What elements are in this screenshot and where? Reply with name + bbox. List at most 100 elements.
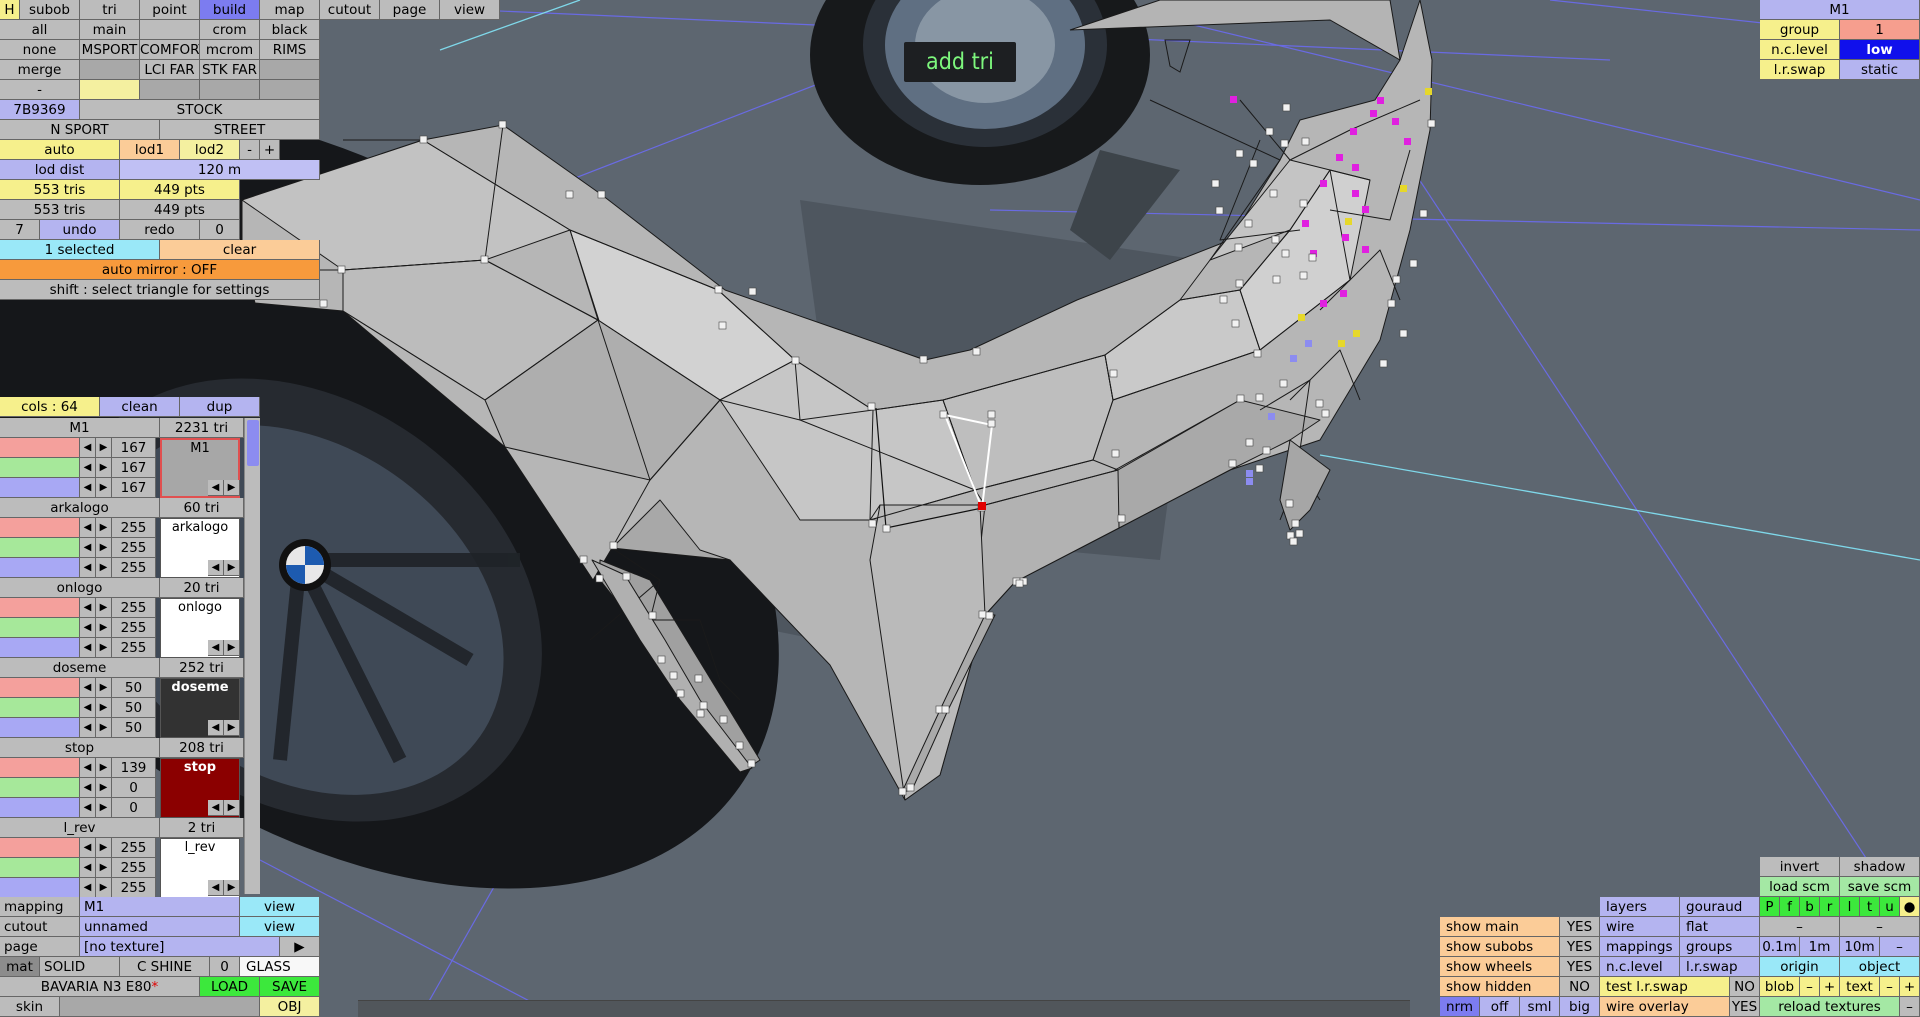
channel-dec-g[interactable]: ◀ [80,538,96,558]
swatch-prev[interactable]: ◀ [208,720,224,736]
lr-swap-button[interactable]: l.r.swap [1680,957,1760,977]
nc-level-value[interactable]: low [1840,40,1920,60]
view-dir-1[interactable]: f [1780,897,1800,917]
channel-inc-r[interactable]: ▶ [96,518,112,538]
nrm-button[interactable]: nrm [1440,997,1480,1017]
view-dir-5[interactable]: t [1860,897,1880,917]
channel-dec-r[interactable]: ◀ [80,838,96,858]
channel-inc-r[interactable]: ▶ [96,438,112,458]
view-dir-4[interactable]: l [1840,897,1860,917]
dup-button[interactable]: dup [180,397,260,417]
lod2-button[interactable]: lod2 [180,140,240,160]
page-next-button[interactable]: ▶ [280,937,320,957]
channel-dec-b[interactable]: ◀ [80,878,96,898]
swatch-prev[interactable]: ◀ [208,880,224,896]
select-all-button[interactable]: all [0,20,80,40]
street-button[interactable]: STREET [160,120,320,140]
lod-dist-value[interactable]: 120 m [120,160,320,180]
channel-inc-b[interactable]: ▶ [96,878,112,898]
channel-slider-r[interactable] [0,598,80,618]
swatch-next[interactable]: ▶ [224,640,240,656]
channel-dec-r[interactable]: ◀ [80,518,96,538]
lod-plus-button[interactable]: + [260,140,280,160]
step-0[interactable]: 0.1m [1760,937,1800,957]
subob-stk-far-button[interactable]: STK FAR [200,60,260,80]
channel-slider-g[interactable] [0,458,80,478]
channel-slider-r[interactable] [0,518,80,538]
paint-code-button[interactable]: 7B9369 [0,100,80,120]
subob-empty-1[interactable] [140,20,200,40]
channel-inc-g[interactable]: ▶ [96,618,112,638]
channel-inc-g[interactable]: ▶ [96,698,112,718]
swatch-next[interactable]: ▶ [224,720,240,736]
channel-dec-b[interactable]: ◀ [80,718,96,738]
channel-slider-g[interactable] [0,618,80,638]
subob-empty-6[interactable] [200,80,260,100]
channel-slider-g[interactable] [0,538,80,558]
blob-plus-button[interactable]: + [1820,977,1840,997]
channel-dec-r[interactable]: ◀ [80,438,96,458]
text-plus-button[interactable]: + [1900,977,1920,997]
channel-inc-b[interactable]: ▶ [96,798,112,818]
channel-slider-b[interactable] [0,798,80,818]
channel-inc-g[interactable]: ▶ [96,778,112,798]
channel-inc-g[interactable]: ▶ [96,538,112,558]
clear-selection-button[interactable]: clear [160,240,320,260]
channel-dec-b[interactable]: ◀ [80,798,96,818]
tab-point[interactable]: point [140,0,200,20]
swatch-prev[interactable]: ◀ [208,560,224,576]
swatch-prev[interactable]: ◀ [208,480,224,496]
swatch-prev[interactable]: ◀ [208,640,224,656]
stock-button[interactable]: STOCK [80,100,320,120]
subob-empty-4[interactable] [80,80,140,100]
cutout-view-button[interactable]: view [240,917,320,937]
channel-inc-b[interactable]: ▶ [96,478,112,498]
shadow-button[interactable]: shadow [1840,857,1920,877]
subob-empty-7[interactable] [260,80,320,100]
reload-dash-button[interactable]: – [1900,997,1920,1017]
channel-dec-r[interactable]: ◀ [80,598,96,618]
channel-slider-b[interactable] [0,718,80,738]
nc-level-button[interactable]: n.c.level [1600,957,1680,977]
color-list-scrollbar[interactable] [244,418,260,894]
channel-inc-b[interactable]: ▶ [96,638,112,658]
channel-dec-g[interactable]: ◀ [80,778,96,798]
mat-glass-button[interactable]: GLASS [240,957,320,977]
test-lr-swap-toggle[interactable]: test l.r.swap [1600,977,1730,997]
subob-main-button[interactable]: main [80,20,140,40]
channel-dec-b[interactable]: ◀ [80,558,96,578]
channel-slider-b[interactable] [0,638,80,658]
channel-dec-g[interactable]: ◀ [80,858,96,878]
channel-inc-g[interactable]: ▶ [96,458,112,478]
subob-mcrom-button[interactable]: mcrom [200,40,260,60]
big-button[interactable]: big [1560,997,1600,1017]
auto-mirror-toggle[interactable]: auto mirror : OFF [0,260,320,280]
swatch-next[interactable]: ▶ [224,880,240,896]
swatch-prev[interactable]: ◀ [208,800,224,816]
3d-viewport[interactable] [0,0,1920,1017]
channel-inc-b[interactable]: ▶ [96,718,112,738]
channel-inc-r[interactable]: ▶ [96,678,112,698]
lr-swap-value[interactable]: static [1840,60,1920,80]
tab-view[interactable]: view [440,0,500,20]
channel-inc-g[interactable]: ▶ [96,858,112,878]
select-none-button[interactable]: none [0,40,80,60]
page-value[interactable]: [no texture] [80,937,280,957]
scrollbar-thumb[interactable] [247,420,259,466]
group-value[interactable]: 1 [1840,20,1920,40]
step-1[interactable]: 1m [1800,937,1840,957]
text-size-button[interactable]: text [1840,977,1880,997]
clean-button[interactable]: clean [100,397,180,417]
mat-solid-button[interactable]: SOLID [40,957,120,977]
view-dir-2[interactable]: b [1800,897,1820,917]
object-button[interactable]: object [1840,957,1920,977]
tab-page[interactable]: page [380,0,440,20]
help-button[interactable]: H [0,0,20,20]
lod-minus-button[interactable]: - [240,140,260,160]
layers-button[interactable]: layers [1600,897,1680,917]
subob-crom-button[interactable]: crom [200,20,260,40]
blob-button[interactable]: blob [1760,977,1800,997]
swatch-next[interactable]: ▶ [224,480,240,496]
reload-textures-button[interactable]: reload textures [1760,997,1900,1017]
load-button[interactable]: LOAD [200,977,260,997]
